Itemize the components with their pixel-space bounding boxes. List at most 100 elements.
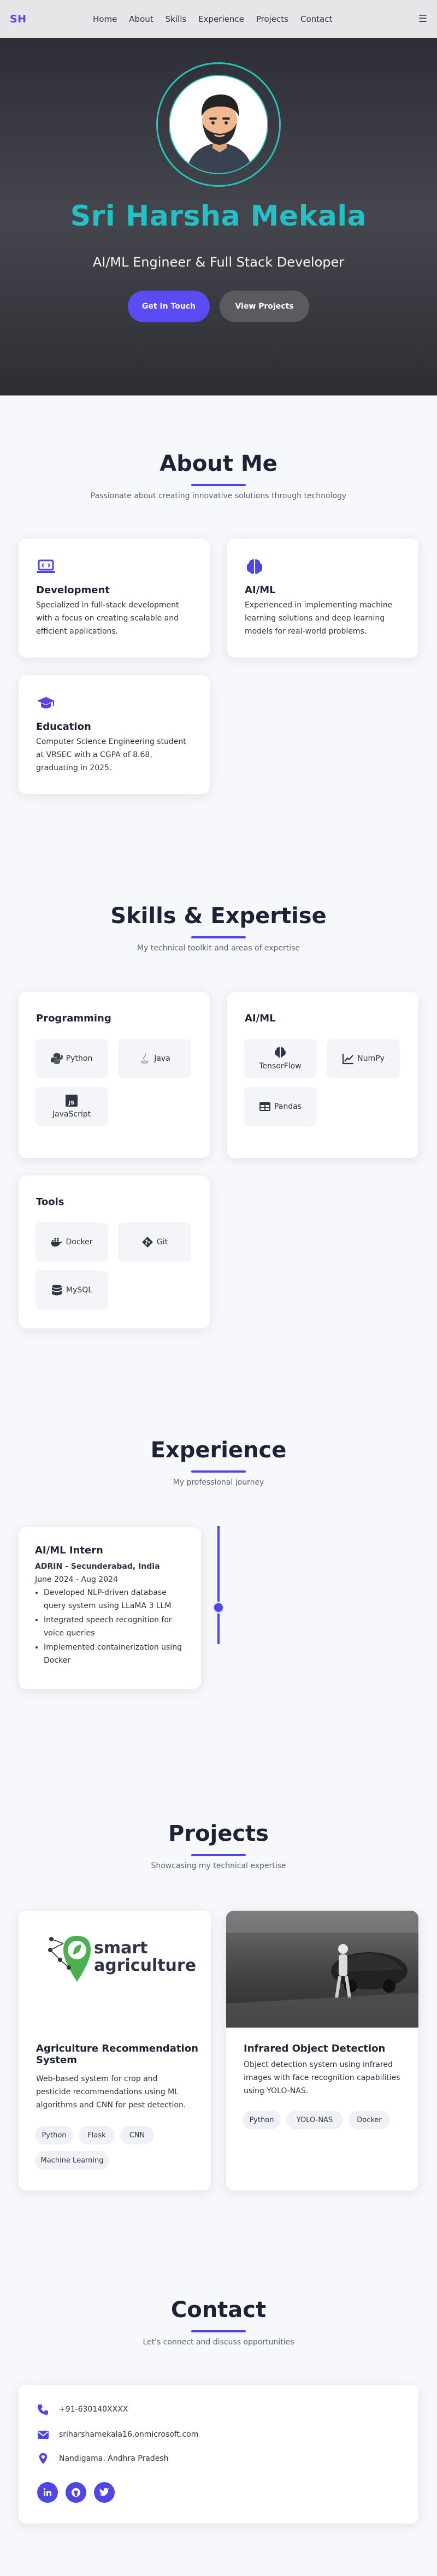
linkedin-icon[interactable] [37,2482,58,2503]
hero-name: Sri Harsha Mekala [70,200,367,233]
about-title: About Me [160,451,277,476]
experience-title: Experience [150,1438,287,1463]
nav-link-home[interactable]: Home [93,14,117,24]
map-marker-icon [39,2453,47,2464]
skill-chip-pandas: Pandas [244,1087,317,1126]
skill-chip-tensorflow: TensorFlow [244,1039,317,1078]
contact-email: sriharshamekala16.onmicrosoft.com [59,2430,199,2439]
phone-icon [38,2404,48,2415]
java-icon [140,1053,149,1064]
nav-link-contact[interactable]: Contact [300,14,332,24]
project-tag: YOLO-NAS [286,2111,343,2129]
skills-group-title: Tools [36,1196,64,1208]
contact-email-row[interactable]: sriharshamekala16.onmicrosoft.com [37,2429,198,2441]
contact-title: Contact [170,2297,267,2323]
timeline-line [217,1526,220,1644]
hero-subtitle: AI/ML Engineer & Full Stack Developer [92,255,345,270]
skills-group-title: Programming [36,1013,111,1024]
skills-title-underline [191,936,246,938]
about-card-education: Education Computer Science Engineering s… [19,675,210,794]
infrared-scene-image [226,1911,418,2028]
project-tag: Docker [349,2111,390,2129]
about-card-title: AI/ML [245,584,276,596]
nav-link-about[interactable]: About [129,14,153,24]
laptop-code-icon [37,559,55,573]
experience-card: AI/ML Intern ADRIN - Secunderabad, India… [19,1527,201,1689]
contact-phone-row[interactable]: +91-630140XXXX [37,2403,128,2415]
nav-links: Home About Skills Experience Projects Co… [93,0,332,38]
skill-chip-git: Git [118,1222,191,1262]
hamburger-icon[interactable]: ☰ [418,13,427,25]
database-icon [51,1285,62,1296]
about-card-title: Development [36,584,110,596]
site-logo[interactable]: SH [10,13,27,25]
nav-link-projects[interactable]: Projects [256,14,288,24]
get-in-touch-button[interactable]: Get In Touch [128,291,210,322]
graduation-cap-icon [37,697,55,708]
svg-text:JS: JS [68,1100,75,1106]
svg-text:smart: smart [94,1939,148,1958]
contact-location: Nandigama, Andhra Pradesh [59,2454,169,2463]
project-card-agriculture[interactable]: smart agriculture Agriculture Recommenda… [19,1911,211,2190]
experience-title-underline [191,1470,246,1473]
skill-chip-numpy: NumPy [327,1039,400,1078]
experience-bullets: Developed NLP-driven database query syst… [35,1586,188,1668]
experience-bullet: Implemented containerization using Docke… [44,1641,188,1667]
project-tag: Python [243,2111,281,2129]
contact-subtitle: Let's connect and discuss opportunities [143,2338,294,2347]
skills-card-ai-ml: AI/ML TensorFlow NumPy Pandas [227,992,418,1158]
skills-subtitle: My technical toolkit and areas of expert… [137,944,300,953]
project-tag: Python [35,2126,73,2144]
twitter-icon[interactable] [94,2482,115,2503]
project-tag: CNN [120,2126,154,2144]
envelope-icon [38,2431,49,2439]
avatar-ring [156,62,281,187]
project-tag: Flask [79,2126,115,2144]
nav-link-skills[interactable]: Skills [166,14,187,24]
contact-title-underline [191,2330,246,2332]
project-card-infrared[interactable]: Infrared Object Detection Object detecti… [226,1911,418,2190]
git-icon [141,1237,153,1248]
skill-chip-java: Java [118,1039,191,1078]
skill-chip-docker: Docker [35,1222,108,1262]
experience-dates: June 2024 - Aug 2024 [35,1575,118,1584]
project-tag: Machine Learning [35,2151,109,2170]
skills-group-title: AI/ML [245,1013,276,1024]
brain-icon [275,1047,286,1058]
hero-section: Sri Harsha Mekala AI/ML Engineer & Full … [0,38,437,395]
experience-company: ADRIN - Secunderabad, India [35,1562,160,1571]
nav-link-experience[interactable]: Experience [198,14,244,24]
project-image [226,1911,418,2028]
skills-card-programming: Programming Python Java JS JavaScript [19,992,210,1158]
view-projects-button[interactable]: View Projects [220,291,309,322]
smart-agriculture-logo: smart agriculture [48,1936,196,1982]
skill-chip-python: Python [35,1039,108,1078]
skills-card-tools: Tools Docker Git MySQL [19,1175,210,1328]
skill-chip-javascript: JS JavaScript [35,1087,108,1126]
project-description: Web-based system for crop and pesticide r… [36,2075,186,2110]
brain-icon [246,559,263,574]
experience-subtitle: My professional journey [173,1478,264,1487]
about-card-text: Experienced in implementing machine learn… [245,601,393,636]
project-title: Infrared Object Detection [244,2043,386,2054]
chart-line-icon [342,1054,354,1065]
experience-bullet: Integrated speech recognition for voice … [44,1614,188,1640]
about-card-text: Computer Science Engineering student at V… [36,737,186,772]
projects-title: Projects [168,1821,269,1846]
project-title: Agriculture Recommendation System [36,2043,198,2066]
skill-chip-mysql: MySQL [35,1271,108,1310]
projects-subtitle: Showcasing my technical expertise [151,1862,286,1870]
python-icon [50,1053,63,1064]
timeline-dot [212,1602,225,1614]
javascript-icon: JS [66,1095,78,1107]
avatar [169,75,268,174]
contact-phone: +91-630140XXXX [59,2405,128,2414]
github-icon[interactable] [66,2482,86,2503]
contact-card: +91-630140XXXX sriharshamekala16.onmicro… [19,2385,418,2524]
about-card-ai-ml: AI/ML Experienced in implementing machin… [227,539,418,658]
table-icon [259,1102,270,1111]
project-image: smart agriculture [19,1911,211,2028]
skills-title: Skills & Expertise [110,903,327,929]
contact-location-row: Nandigama, Andhra Pradesh [37,2453,168,2465]
about-card-development: Development Specialized in full-stack de… [19,539,210,658]
